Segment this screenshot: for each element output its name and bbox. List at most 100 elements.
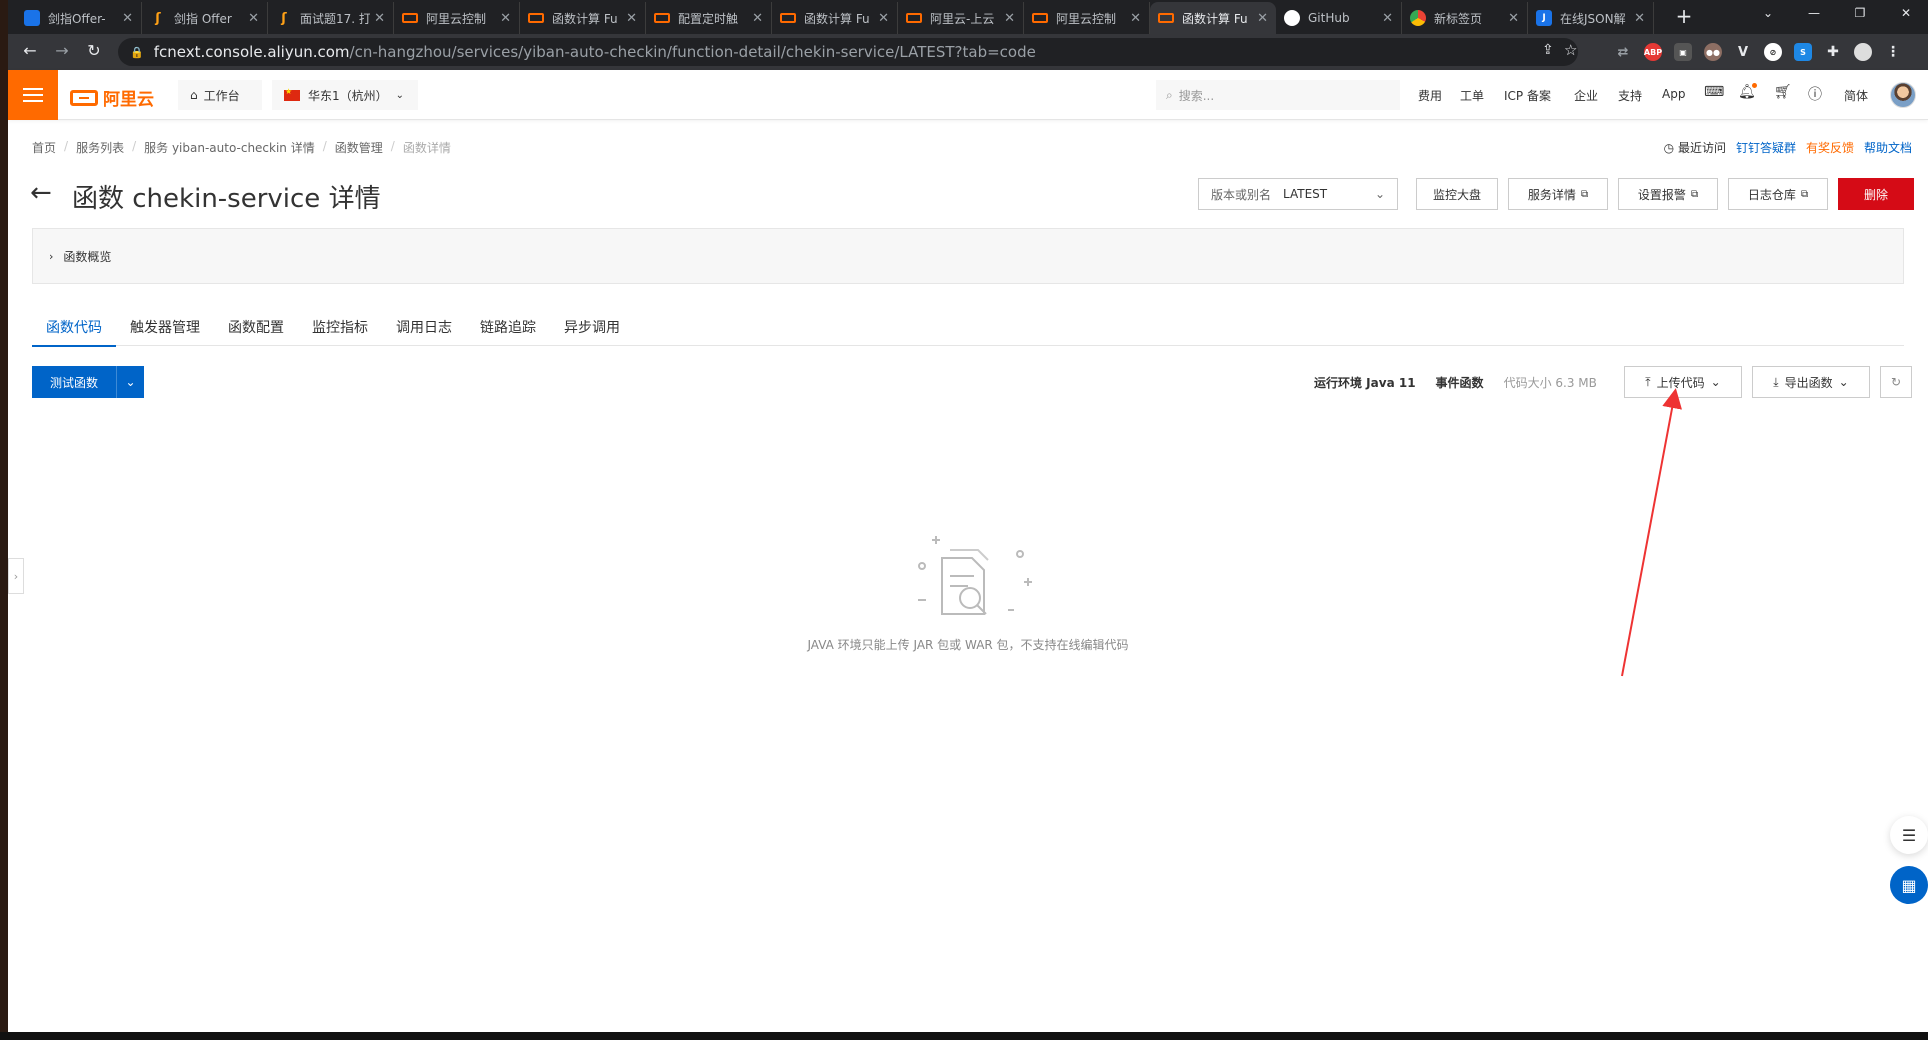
version-alias-select[interactable]: 版本或别名 LATEST ⌄ — [1198, 178, 1398, 210]
vue-extension-icon[interactable]: V — [1734, 43, 1752, 61]
browser-tab[interactable]: 函数计算 Fu ✕ — [772, 2, 898, 34]
menu-hamburger-icon[interactable] — [8, 70, 58, 120]
browser-tab[interactable]: GitHub ✕ — [1276, 2, 1402, 34]
adblock-extension-icon[interactable]: ABP — [1644, 43, 1662, 61]
browser-tab[interactable]: 剑指Offer- ✕ — [16, 2, 142, 34]
set-alarm-button[interactable]: 设置报警 ⧉ — [1618, 178, 1718, 210]
icp-link[interactable]: ICP 备案 — [1504, 87, 1551, 104]
user-avatar[interactable] — [1890, 82, 1916, 108]
recent-visits-link[interactable]: ◷ 最近访问 — [1664, 139, 1726, 156]
extension-icon[interactable]: ▣ — [1674, 43, 1692, 61]
empty-state-message: JAVA 环境只能上传 JAR 包或 WAR 包，不支持在线编辑代码 — [807, 638, 1129, 652]
region-selector[interactable]: 华东1（杭州） ⌄ — [272, 80, 418, 110]
profile-avatar[interactable] — [1854, 43, 1872, 61]
close-tab-icon[interactable]: ✕ — [1634, 11, 1645, 26]
language-switch[interactable]: 简体 — [1844, 87, 1868, 104]
workbench-button[interactable]: ⌂ 工作台 — [178, 80, 262, 110]
terminal-icon[interactable]: ⌨ — [1704, 84, 1724, 100]
chat-icon[interactable]: ☰ — [1890, 816, 1928, 854]
browser-tab[interactable]: 配置定时触 ✕ — [646, 2, 772, 34]
docs-link[interactable]: 帮助文档 — [1864, 139, 1912, 156]
close-tab-icon[interactable]: ✕ — [752, 11, 763, 26]
reload-icon[interactable]: ↻ — [82, 41, 106, 60]
new-tab-button[interactable]: + — [1670, 4, 1698, 28]
browser-menu-icon[interactable]: ⋮ — [1884, 43, 1902, 61]
tab-trigger-management[interactable]: 触发器管理 — [116, 308, 214, 346]
close-tab-icon[interactable]: ✕ — [122, 11, 133, 26]
close-tab-icon[interactable]: ✕ — [500, 11, 511, 26]
feedback-link[interactable]: 有奖反馈 — [1806, 139, 1854, 156]
function-overview-panel[interactable]: › 函数概览 — [32, 228, 1904, 284]
search-input[interactable]: ⌕ 搜索... — [1156, 80, 1400, 110]
refresh-button[interactable]: ↻ — [1880, 366, 1912, 398]
aliyun-logo[interactable]: 阿里云 — [70, 85, 154, 110]
breadcrumb-service-detail[interactable]: 服务 yiban-auto-checkin 详情 — [144, 139, 315, 156]
tab-function-config[interactable]: 函数配置 — [214, 308, 298, 346]
forward-icon[interactable]: → — [50, 41, 74, 60]
s-extension-icon[interactable]: S — [1794, 43, 1812, 61]
close-tab-icon[interactable]: ✕ — [1130, 11, 1141, 26]
ali-favicon-icon — [1032, 13, 1048, 23]
close-window-button[interactable]: ✕ — [1886, 6, 1926, 20]
address-bar[interactable]: 🔒 fcnext.console.aliyun.com/cn-hangzhou/… — [118, 38, 1578, 66]
enterprise-link[interactable]: 企业 — [1574, 87, 1598, 104]
log-store-button[interactable]: 日志仓库 ⧉ — [1728, 178, 1828, 210]
browser-tab[interactable]: 阿里云-上云 ✕ — [898, 2, 1024, 34]
browser-tab[interactable]: 函数计算 Fu ✕ — [520, 2, 646, 34]
breadcrumb-function-mgmt[interactable]: 函数管理 — [335, 139, 383, 156]
browser-tab[interactable]: ʃ 面试题17. 打 ✕ — [268, 2, 394, 34]
ali-favicon-icon — [654, 13, 670, 23]
close-tab-icon[interactable]: ✕ — [1382, 11, 1393, 26]
ticket-link[interactable]: 工单 — [1460, 87, 1484, 104]
cart-icon[interactable]: 🛒︎ — [1774, 84, 1792, 100]
breadcrumb-service-list[interactable]: 服务列表 — [76, 139, 124, 156]
browser-tab[interactable]: ʃ 剑指 Offer ✕ — [142, 2, 268, 34]
empty-code-illustration — [918, 536, 1032, 615]
tab-monitoring[interactable]: 监控指标 — [298, 308, 382, 346]
export-function-button[interactable]: ⤓ 导出函数 ⌄ — [1752, 366, 1870, 398]
tab-invocation-logs[interactable]: 调用日志 — [382, 308, 466, 346]
breadcrumb-home[interactable]: 首页 — [32, 139, 56, 156]
tab-tracing[interactable]: 链路追踪 — [466, 308, 550, 346]
browser-tab[interactable]: 新标签页 ✕ — [1402, 2, 1528, 34]
browser-tab[interactable]: 函数计算 Fu ✕ — [1150, 2, 1276, 34]
back-arrow-icon[interactable]: ← — [30, 178, 52, 208]
restore-button[interactable]: ❐ — [1840, 6, 1880, 20]
sidebar-expand-toggle[interactable]: › — [8, 558, 24, 594]
sync-extension-icon[interactable]: ⇄ — [1614, 43, 1632, 61]
delete-button[interactable]: 删除 — [1838, 178, 1914, 210]
support-link[interactable]: 支持 — [1618, 87, 1642, 104]
bookmark-star-icon[interactable]: ☆ — [1564, 41, 1577, 59]
close-tab-icon[interactable]: ✕ — [1508, 11, 1519, 26]
tab-async-invocation[interactable]: 异步调用 — [550, 308, 634, 346]
service-detail-button[interactable]: 服务详情 ⧉ — [1508, 178, 1608, 210]
help-icon[interactable]: ⓘ — [1808, 84, 1822, 104]
browser-tab[interactable]: 阿里云控制 ✕ — [394, 2, 520, 34]
back-icon[interactable]: ← — [18, 41, 42, 60]
tab-search-icon[interactable]: ⌄ — [1748, 6, 1788, 20]
close-tab-icon[interactable]: ✕ — [878, 11, 889, 26]
chevron-down-icon: ⌄ — [1838, 375, 1849, 389]
share-icon[interactable]: ⇪ — [1542, 42, 1554, 58]
apps-grid-icon[interactable]: ▦ — [1890, 866, 1928, 904]
monitor-dashboard-button[interactable]: 监控大盘 — [1416, 178, 1498, 210]
billing-link[interactable]: 费用 — [1418, 87, 1442, 104]
close-tab-icon[interactable]: ✕ — [626, 11, 637, 26]
close-tab-icon[interactable]: ✕ — [1257, 11, 1268, 26]
browser-tab[interactable]: J 在线JSON解 ✕ — [1528, 2, 1654, 34]
compass-extension-icon[interactable]: ⊘ — [1764, 43, 1782, 61]
tampermonkey-extension-icon[interactable]: ●● — [1704, 43, 1722, 61]
test-options-dropdown[interactable]: ⌄ — [116, 366, 144, 398]
close-tab-icon[interactable]: ✕ — [1004, 11, 1015, 26]
external-link-icon: ⧉ — [1580, 188, 1589, 200]
minimize-button[interactable]: — — [1794, 6, 1834, 20]
tab-function-code[interactable]: 函数代码 — [32, 308, 116, 347]
upload-code-button[interactable]: ⤒ 上传代码 ⌄ — [1624, 366, 1742, 398]
browser-tab[interactable]: 阿里云控制 ✕ — [1024, 2, 1150, 34]
dingtalk-group-link[interactable]: 钉钉答疑群 — [1736, 139, 1796, 156]
test-function-button[interactable]: 测试函数 — [32, 366, 116, 398]
close-tab-icon[interactable]: ✕ — [374, 11, 385, 26]
close-tab-icon[interactable]: ✕ — [248, 11, 259, 26]
app-link[interactable]: App — [1662, 87, 1685, 101]
extensions-puzzle-icon[interactable]: ✚ — [1824, 43, 1842, 61]
